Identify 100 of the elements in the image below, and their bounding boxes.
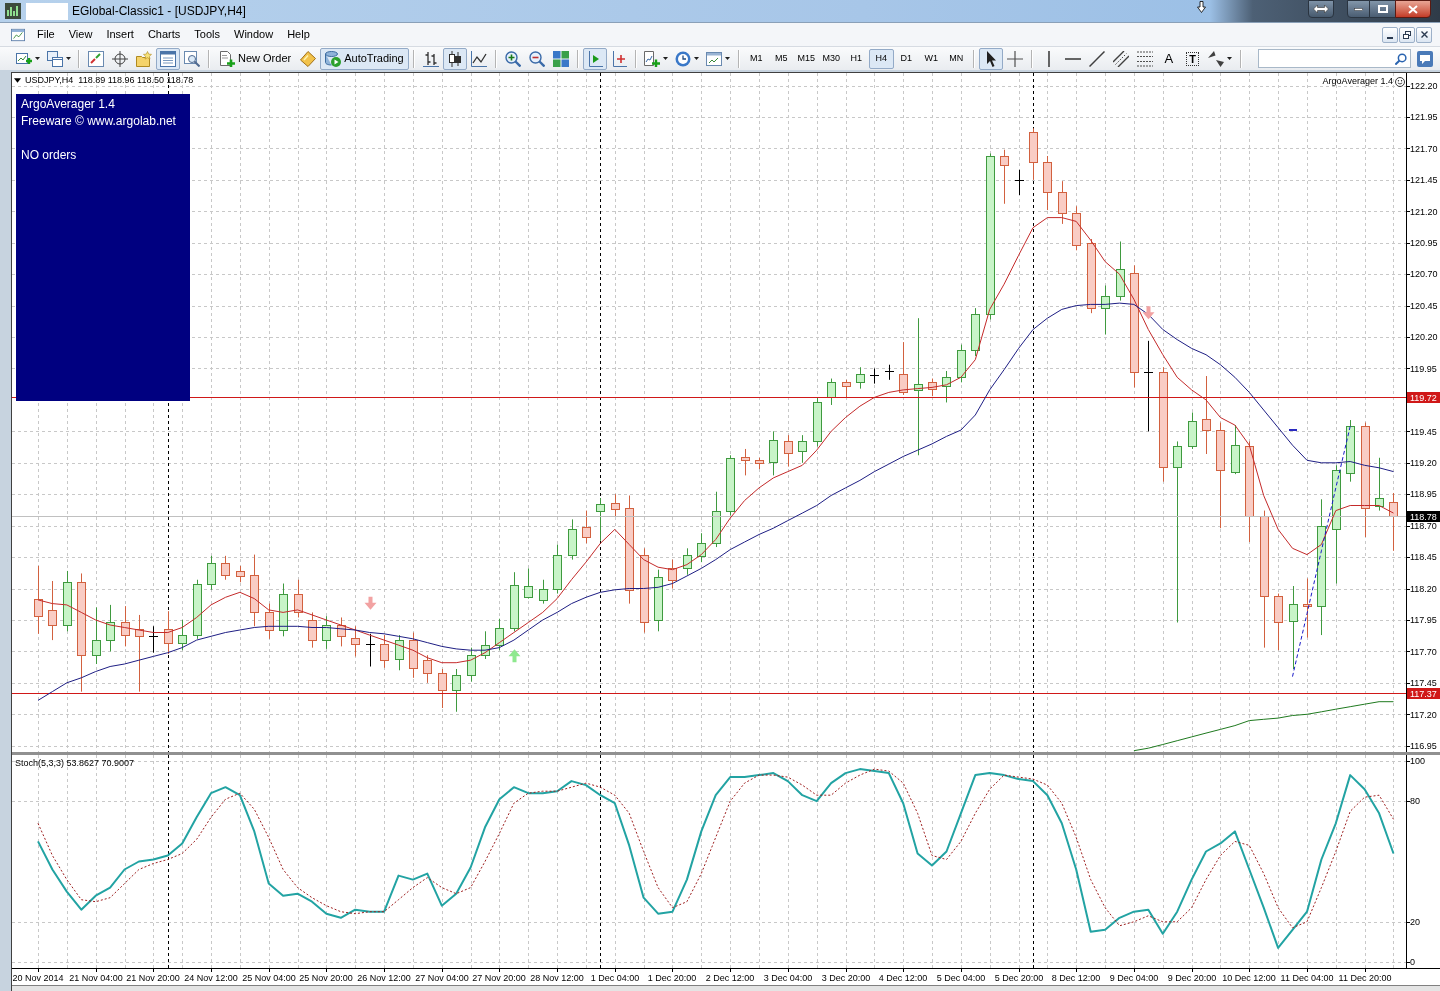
collapse-triangle-icon xyxy=(14,78,21,83)
cursor-button[interactable] xyxy=(978,47,1003,70)
candle xyxy=(885,364,894,380)
clock-icon xyxy=(675,50,692,67)
text-tool-button[interactable]: A xyxy=(1156,47,1181,70)
diamond-icon xyxy=(300,50,317,67)
candle xyxy=(842,379,851,398)
candle xyxy=(726,455,735,516)
snap-button[interactable] xyxy=(1308,0,1334,18)
time-axis-label: 27 Nov 20:00 xyxy=(472,973,526,983)
candle xyxy=(1029,128,1038,180)
candle xyxy=(92,607,101,664)
candle xyxy=(337,617,346,647)
timeframe-button[interactable]: M30 xyxy=(818,48,844,69)
timeframe-button[interactable]: H1 xyxy=(843,48,869,69)
chart-close-button[interactable] xyxy=(1416,26,1432,43)
candle xyxy=(207,555,216,590)
timeframe-button[interactable]: M5 xyxy=(768,48,794,69)
candle xyxy=(149,626,158,653)
new-order-button[interactable]: New Order xyxy=(214,47,297,70)
menu-item[interactable]: Insert xyxy=(99,24,141,45)
timeframe-button[interactable]: D1 xyxy=(893,48,919,69)
dash-mark-icon xyxy=(1289,429,1297,431)
candle xyxy=(1072,206,1081,251)
menu-item[interactable]: Tools xyxy=(187,24,227,45)
timeframe-button[interactable]: H4 xyxy=(868,48,894,69)
minimize-button[interactable] xyxy=(1347,0,1370,18)
panel-title: ArgoAverager 1.4 xyxy=(21,96,115,113)
time-axis-label: 26 Nov 12:00 xyxy=(357,973,411,983)
timeframe-button[interactable]: MN xyxy=(943,48,969,69)
candle xyxy=(755,457,764,470)
candle xyxy=(1015,169,1024,195)
candle xyxy=(813,397,822,447)
chat-icon xyxy=(1416,50,1433,67)
candle xyxy=(1101,285,1110,335)
time-axis-label: 27 Nov 04:00 xyxy=(415,973,469,983)
candle xyxy=(683,548,692,575)
autotrading-button[interactable]: AutoTrading xyxy=(320,47,409,70)
horizontal-line-icon xyxy=(1064,57,1081,60)
app-logo-icon xyxy=(5,3,21,19)
candle xyxy=(265,603,274,639)
candle xyxy=(510,572,519,632)
axis-triangle-icon xyxy=(586,50,603,67)
candle xyxy=(34,565,43,634)
close-button[interactable] xyxy=(1395,0,1431,18)
candle xyxy=(48,581,57,641)
chart-restore-button[interactable] xyxy=(1399,26,1415,43)
time-axis-label: 4 Dec 12:00 xyxy=(878,973,928,983)
time-axis-label: 28 Nov 12:00 xyxy=(530,973,584,983)
menu-item[interactable]: Window xyxy=(227,24,281,45)
candle xyxy=(712,491,721,548)
candle xyxy=(524,568,533,599)
candle xyxy=(1346,420,1355,482)
stochastic-axis-label: 100 xyxy=(1410,756,1426,767)
timeframe-button[interactable]: M1 xyxy=(743,48,769,69)
candle xyxy=(611,494,620,517)
zoom-in-icon xyxy=(504,50,521,67)
trendline-icon xyxy=(1088,50,1105,67)
menu-item[interactable]: Charts xyxy=(140,24,188,45)
candlestick-button[interactable] xyxy=(442,47,467,70)
time-axis-label: 1 Dec 20:00 xyxy=(647,973,697,983)
timeframe-button[interactable]: M15 xyxy=(793,48,819,69)
magnifier-window-icon xyxy=(184,50,200,67)
candle xyxy=(294,579,303,618)
windows-icon xyxy=(46,50,63,67)
grid-squares-icon xyxy=(552,50,569,67)
time-axis-label: 25 Nov 20:00 xyxy=(299,973,353,983)
vertical-line-icon xyxy=(1047,50,1050,67)
candle xyxy=(395,635,404,671)
candle xyxy=(1188,412,1197,449)
chart-shift-button[interactable] xyxy=(582,47,607,70)
document-chart-plus-icon xyxy=(644,50,661,67)
line-chart-icon xyxy=(470,50,487,67)
terminal-button[interactable] xyxy=(156,47,180,70)
candle xyxy=(63,570,72,632)
maximize-button[interactable] xyxy=(1370,0,1395,18)
menu-item[interactable]: File xyxy=(30,24,62,45)
close-icon xyxy=(1408,4,1418,14)
menu-item[interactable]: View xyxy=(61,24,100,45)
time-axis-label: 5 Dec 04:00 xyxy=(936,973,986,983)
time-axis-label: 20 Nov 2014 xyxy=(12,973,64,983)
window-title: EGlobal-Classic1 - [USDJPY,H4] xyxy=(72,3,246,20)
play-badge-icon xyxy=(325,50,342,67)
candle xyxy=(1389,492,1398,551)
candle xyxy=(668,559,677,589)
menu-item[interactable]: Help xyxy=(280,24,317,45)
text-label-button[interactable]: T xyxy=(1180,47,1205,70)
time-axis-label: 24 Nov 12:00 xyxy=(184,973,238,983)
chart-minimize-button[interactable] xyxy=(1382,26,1398,43)
candle xyxy=(178,619,187,651)
search-field[interactable] xyxy=(1257,49,1411,68)
down-arrow-icon xyxy=(364,596,377,610)
smiley-icon xyxy=(1395,76,1405,87)
candle xyxy=(106,604,115,652)
candle xyxy=(366,633,375,667)
candle xyxy=(164,611,173,654)
mouse-cursor-icon xyxy=(1197,1,1206,13)
timeframe-button[interactable]: W1 xyxy=(918,48,944,69)
time-axis-label: 9 Dec 04:00 xyxy=(1109,973,1159,983)
crosshair-icon xyxy=(1006,50,1023,67)
